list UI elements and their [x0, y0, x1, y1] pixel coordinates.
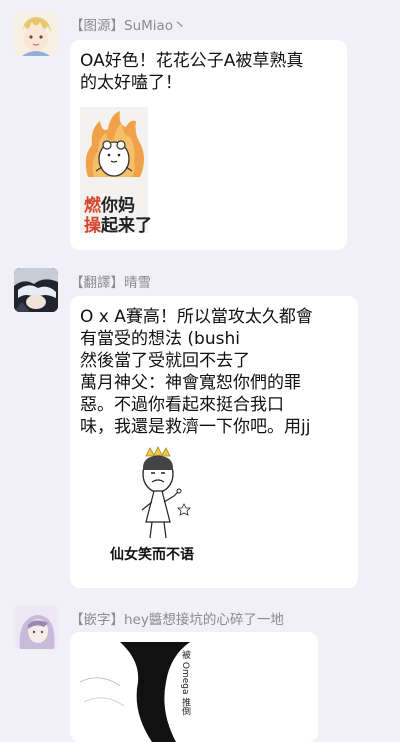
- avatar-qingxue[interactable]: [14, 268, 58, 312]
- fire-bear-icon: [85, 111, 144, 177]
- message-bubble[interactable]: O x A賽高！所以當攻太久都會 有當受的想法 (bushi 然後當了受就回不去…: [70, 296, 358, 588]
- avatar-hey[interactable]: [14, 605, 58, 649]
- sticker-text: 起来了: [101, 216, 152, 236]
- sender-name[interactable]: 【翻譯】晴雪: [70, 271, 151, 291]
- message-text: O x A賽高！所以當攻太久都會 有當受的想法 (bushi 然後當了受就回不去…: [80, 307, 313, 437]
- sticker-caption: 仙女笑而不语: [110, 547, 194, 563]
- fairy-sticker[interactable]: 仙女笑而不语: [94, 444, 234, 574]
- message-bubble[interactable]: OA好色！花花公子A被草熟真 的太好嗑了！ 燃你妈 操起来了: [70, 40, 347, 250]
- message-bubble[interactable]: 被 Omega 推倒: [70, 632, 318, 742]
- sticker-char-red: 操: [84, 216, 101, 236]
- avatar-sumiao[interactable]: [14, 12, 58, 56]
- sticker-caption-line-2: 操起来了: [84, 211, 152, 236]
- fairy-meme-icon: [141, 446, 191, 539]
- fire-sticker[interactable]: 燃你妈 操起来了: [80, 107, 152, 236]
- message-text: OA好色！花花公子A被草熟真 的太好嗑了！: [80, 51, 304, 93]
- sender-name[interactable]: 【嵌字】hey醬想接坑的心碎了一地: [70, 608, 284, 628]
- manga-vertical-text: 被 Omega 推倒: [180, 650, 190, 716]
- sender-name[interactable]: 【图源】SuMiao丶: [70, 14, 187, 34]
- manga-image[interactable]: 被 Omega 推倒: [80, 642, 208, 742]
